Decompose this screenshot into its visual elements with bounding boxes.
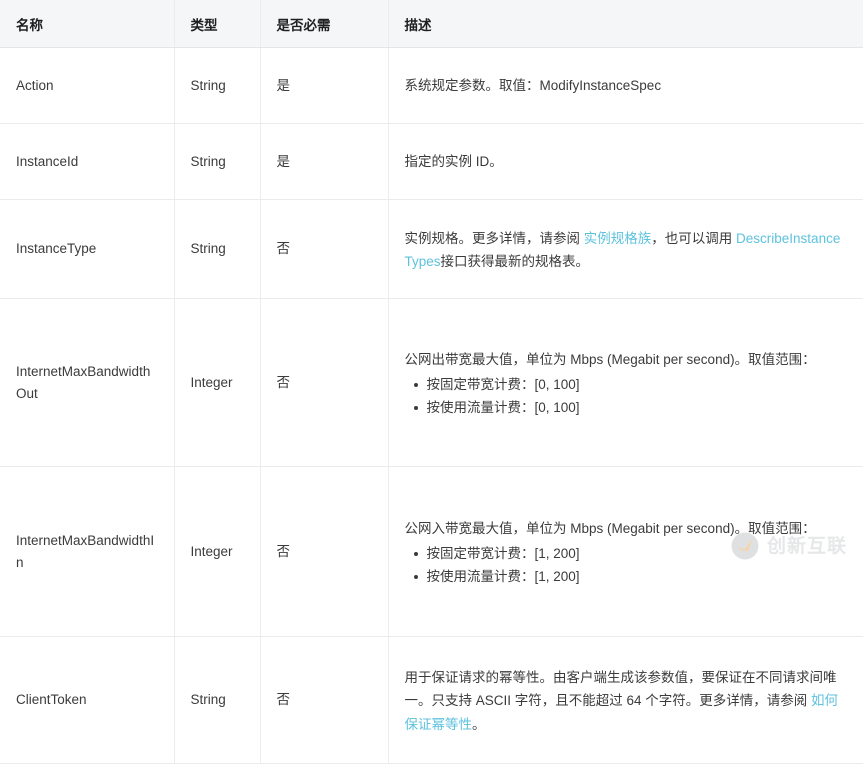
param-type: String xyxy=(174,47,261,124)
param-description: 用于保证请求的幂等性。由客户端生成该参数值，要保证在不同请求间唯一。只支持 AS… xyxy=(388,636,863,764)
param-required: 否 xyxy=(260,466,389,637)
param-description: 系统规定参数。取值：ModifyInstanceSpec xyxy=(388,47,863,124)
description-bullet-list: 按固定带宽计费：[0, 100] 按使用流量计费：[0, 100] xyxy=(405,373,848,419)
param-name: InstanceId xyxy=(0,123,175,200)
list-item: 按使用流量计费：[1, 200] xyxy=(413,565,848,588)
table-row: ClientToken String 否 用于保证请求的幂等性。由客户端生成该参… xyxy=(0,636,863,764)
param-name: InstanceType xyxy=(0,199,175,299)
description-segment: 。 xyxy=(472,716,486,732)
description-text: 公网入带宽最大值，单位为 Mbps (Megabit per second)。取… xyxy=(404,520,816,536)
param-required: 是 xyxy=(260,123,389,200)
param-name: InternetMaxBandwidthIn xyxy=(0,466,175,637)
param-description: 公网出带宽最大值，单位为 Mbps (Megabit per second)。取… xyxy=(388,298,863,467)
param-name: InternetMaxBandwidthOut xyxy=(0,298,175,467)
param-type: String xyxy=(174,123,261,200)
table-row: InstanceType String 否 实例规格。更多详情，请参阅 实例规格… xyxy=(0,199,863,299)
description-text: 公网出带宽最大值，单位为 Mbps (Megabit per second)。取… xyxy=(404,351,816,367)
param-type: String xyxy=(174,636,261,764)
description-segment: 实例规格。更多详情，请参阅 xyxy=(404,230,584,246)
description-segment: ，也可以调用 xyxy=(651,230,737,246)
list-item: 按固定带宽计费：[0, 100] xyxy=(413,373,848,396)
table-row: InternetMaxBandwidthIn Integer 否 公网入带宽最大… xyxy=(0,466,863,637)
column-header-required: 是否必需 xyxy=(260,0,389,48)
param-required: 是 xyxy=(260,47,389,124)
description-text: 系统规定参数。取值：ModifyInstanceSpec xyxy=(404,77,662,93)
param-required: 否 xyxy=(260,199,389,299)
description-text: 用于保证请求的幂等性。由客户端生成该参数值，要保证在不同请求间唯一。只支持 AS… xyxy=(405,666,848,736)
param-type: String xyxy=(174,199,261,299)
description-text: 指定的实例 ID。 xyxy=(404,153,503,169)
param-type: Integer xyxy=(174,466,261,637)
table-row: InstanceId String 是 指定的实例 ID。 xyxy=(0,123,863,200)
description-text: 实例规格。更多详情，请参阅 实例规格族，也可以调用 DescribeInstan… xyxy=(405,227,848,273)
list-item: 按固定带宽计费：[1, 200] xyxy=(413,542,848,565)
param-description: 指定的实例 ID。 xyxy=(388,123,863,200)
param-name: ClientToken xyxy=(0,636,175,764)
param-name: Action xyxy=(0,47,175,124)
param-required: 否 xyxy=(260,298,389,467)
column-header-type: 类型 xyxy=(174,0,261,48)
param-required: 否 xyxy=(260,636,389,764)
description-segment: 用于保证请求的幂等性。由客户端生成该参数值，要保证在不同请求间唯一。只支持 AS… xyxy=(404,670,837,709)
param-type: Integer xyxy=(174,298,261,467)
table-row: Action String 是 系统规定参数。取值：ModifyInstance… xyxy=(0,47,863,124)
api-parameters-table: 名称 类型 是否必需 描述 Action String 是 系统规定参数。取值：… xyxy=(0,0,863,764)
table-header: 名称 类型 是否必需 描述 xyxy=(0,0,863,48)
table-body: Action String 是 系统规定参数。取值：ModifyInstance… xyxy=(0,47,863,764)
param-description: 实例规格。更多详情，请参阅 实例规格族，也可以调用 DescribeInstan… xyxy=(388,199,863,299)
instance-type-family-link[interactable]: 实例规格族 xyxy=(584,231,652,246)
list-item: 按使用流量计费：[0, 100] xyxy=(413,396,848,419)
column-header-name: 名称 xyxy=(0,0,175,48)
column-header-description: 描述 xyxy=(388,0,863,48)
param-description: 公网入带宽最大值，单位为 Mbps (Megabit per second)。取… xyxy=(388,466,863,637)
description-segment: 接口获得最新的规格表。 xyxy=(440,254,590,269)
table-header-row: 名称 类型 是否必需 描述 xyxy=(0,0,863,48)
table-row: InternetMaxBandwidthOut Integer 否 公网出带宽最… xyxy=(0,298,863,467)
description-bullet-list: 按固定带宽计费：[1, 200] 按使用流量计费：[1, 200] xyxy=(405,542,848,588)
